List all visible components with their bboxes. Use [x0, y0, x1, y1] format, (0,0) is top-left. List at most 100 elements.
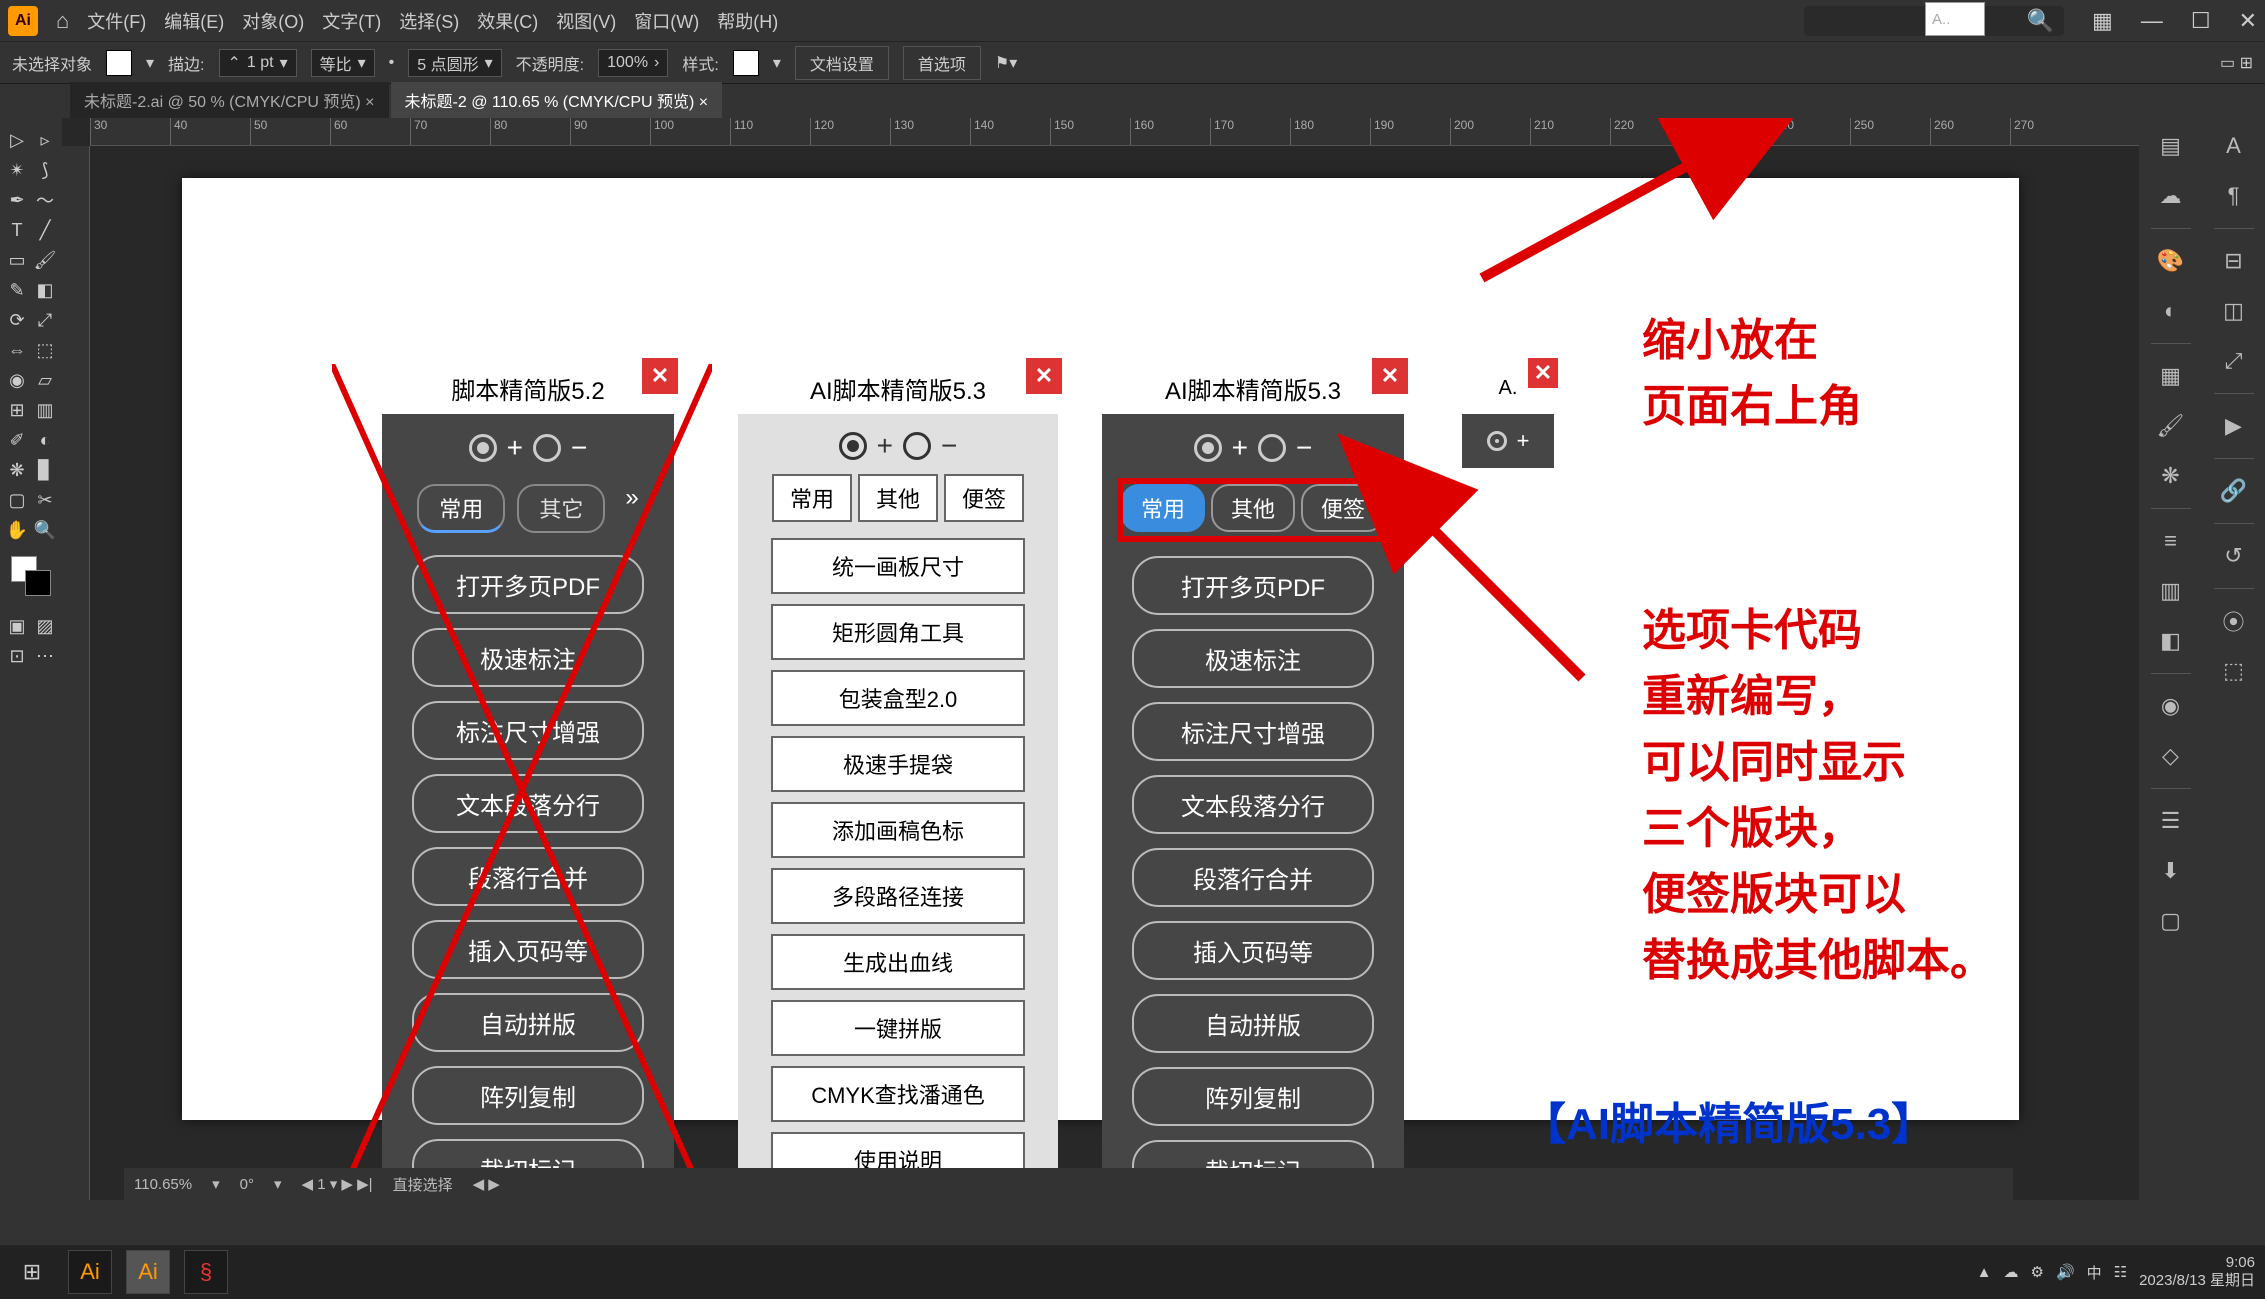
panel-53-light-tab-1[interactable]: 常用 [772, 474, 852, 522]
curvature-tool[interactable]: ～ [32, 186, 58, 214]
panel-53-dark-btn[interactable]: 文本段落分行 [1132, 775, 1373, 834]
panel-53-light-btn[interactable]: 极速手提袋 [771, 736, 1024, 792]
panel-53-light-btn[interactable]: 统一画板尺寸 [771, 538, 1024, 594]
panel-52-tab-2[interactable]: 其它 [517, 484, 605, 533]
taskbar-ai-1[interactable]: Ai [68, 1250, 112, 1294]
menu-view[interactable]: 视图(V) [556, 8, 616, 34]
width-tool[interactable]: ⇔ [4, 336, 30, 364]
prefs-button[interactable]: 首选项 [903, 46, 981, 80]
uniform-select[interactable]: 等比▾ [311, 49, 375, 77]
more-icon[interactable]: » [625, 484, 638, 533]
panel-53-dark-radio-row[interactable]: +− [1194, 432, 1313, 464]
css-panel-icon[interactable]: ⦿ [2216, 603, 2252, 639]
blend-tool[interactable]: ◐ [32, 426, 58, 454]
panel-53-dark-btn[interactable]: 插入页码等 [1132, 921, 1373, 980]
color-panel-icon[interactable]: 🎨 [2153, 243, 2189, 279]
taskbar-ai-2[interactable]: Ai [126, 1250, 170, 1294]
asset-export-panel-icon[interactable]: ⬇ [2153, 853, 2189, 889]
panel-52-btn[interactable]: 段落行合并 [412, 847, 644, 906]
arrange-docs-icon[interactable]: ▦ [2092, 8, 2113, 34]
menu-select[interactable]: 选择(S) [399, 8, 459, 34]
artboards-panel-icon[interactable]: ▢ [2153, 903, 2189, 939]
menu-object[interactable]: 对象(O) [242, 8, 304, 34]
panel-52-btn[interactable]: 阵列复制 [412, 1066, 644, 1125]
menu-type[interactable]: 文字(T) [322, 8, 381, 34]
direct-selection-tool[interactable]: ▹ [32, 126, 58, 154]
slice-tool[interactable]: ✂ [32, 486, 58, 514]
gradient-mode-icon[interactable]: ▨ [32, 612, 58, 640]
para-panel-icon[interactable]: ¶ [2216, 178, 2252, 214]
tray-icon[interactable]: ☁ [2003, 1263, 2018, 1281]
panel-53-light-tab-2[interactable]: 其他 [858, 474, 938, 522]
stroke-panel-icon[interactable]: ≡ [2153, 523, 2189, 559]
panel-mini-radio-row[interactable]: + [1487, 428, 1530, 454]
panel-53-dark-btn[interactable]: 极速标注 [1132, 629, 1373, 688]
artboard-tool[interactable]: ▢ [4, 486, 30, 514]
style-swatch[interactable] [733, 50, 759, 76]
panel-53-dark-btn[interactable]: 标注尺寸增强 [1132, 702, 1373, 761]
panel-53-dark-btn[interactable]: 段落行合并 [1132, 848, 1373, 907]
align-panel-icon[interactable]: ⊟ [2216, 243, 2252, 279]
char-panel-icon[interactable]: A [2216, 128, 2252, 164]
line-tool[interactable]: ╱ [32, 216, 58, 244]
panel-53-light-radio-row[interactable]: +− [839, 430, 958, 462]
doc-tab-1[interactable]: 未标题-2.ai @ 50 % (CMYK/CPU 预览) × [70, 82, 389, 118]
symbols-panel-icon[interactable]: ❋ [2153, 458, 2189, 494]
minimize-icon[interactable]: — [2141, 8, 2163, 34]
tray-icon[interactable]: ⚙ [2030, 1263, 2043, 1281]
gradient-tool[interactable]: ▥ [32, 396, 58, 424]
color-mode-icon[interactable]: ▣ [4, 612, 30, 640]
mesh-tool[interactable]: ⊞ [4, 396, 30, 424]
panel-52-btn[interactable]: 插入页码等 [412, 920, 644, 979]
transparency-panel-icon[interactable]: ◧ [2153, 623, 2189, 659]
panel-53-light-btn[interactable]: 多段路径连接 [771, 868, 1024, 924]
transform-panel-icon[interactable]: ⤢ [2216, 343, 2252, 379]
shape-builder-tool[interactable]: ◉ [4, 366, 30, 394]
menu-effect[interactable]: 效果(C) [477, 8, 538, 34]
panel-52-btn[interactable]: 文本段落分行 [412, 774, 644, 833]
layers-panel-icon[interactable]: ☰ [2153, 803, 2189, 839]
graphic-styles-panel-icon[interactable]: ◇ [2153, 738, 2189, 774]
panel-52-btn[interactable]: 自动拼版 [412, 993, 644, 1052]
gradient-panel-icon[interactable]: ▥ [2153, 573, 2189, 609]
panel-52-btn[interactable]: 极速标注 [412, 628, 644, 687]
panel-52-btn[interactable]: 标注尺寸增强 [412, 701, 644, 760]
panel-53-light-close[interactable]: ✕ [1026, 358, 1062, 394]
rotation-angle[interactable]: 0° [240, 1176, 254, 1193]
history-panel-icon[interactable]: ↺ [2216, 538, 2252, 574]
eraser-tool[interactable]: ◧ [32, 276, 58, 304]
rectangle-tool[interactable]: ▭ [4, 246, 30, 274]
panel-53-dark-btn[interactable]: 阵列复制 [1132, 1067, 1373, 1126]
actions-panel-icon[interactable]: ▶ [2216, 408, 2252, 444]
shaper-tool[interactable]: ✎ [4, 276, 30, 304]
menu-window[interactable]: 窗口(W) [634, 8, 699, 34]
panel-52-radio-row[interactable]: +− [469, 432, 588, 464]
panel-52-close[interactable]: ✕ [642, 358, 678, 394]
color-guide-panel-icon[interactable]: ◐ [2153, 293, 2189, 329]
screen-mode-icon[interactable]: ⊡ [4, 642, 30, 670]
menu-help[interactable]: 帮助(H) [717, 8, 778, 34]
brushes-panel-icon[interactable]: 🖌 [2153, 408, 2189, 444]
zoom-level[interactable]: 110.65% [134, 1176, 192, 1193]
tray-icon[interactable]: 🔊 [2056, 1263, 2075, 1281]
panel-52-tab-1[interactable]: 常用 [417, 484, 505, 533]
symbol-sprayer-tool[interactable]: ❋ [4, 456, 30, 484]
panel-53-dark-btn[interactable]: 打开多页PDF [1132, 556, 1373, 615]
home-icon[interactable]: ⌂ [56, 8, 69, 34]
panel-53-light-btn[interactable]: 矩形圆角工具 [771, 604, 1024, 660]
maximize-icon[interactable]: ☐ [2191, 8, 2211, 34]
panel-53-light-btn[interactable]: 包装盒型2.0 [771, 670, 1024, 726]
panel-53-dark-btn[interactable]: 自动拼版 [1132, 994, 1373, 1053]
tray-ime-icon[interactable]: 中 [2087, 1262, 2102, 1283]
magic-wand-tool[interactable]: ✴ [4, 156, 30, 184]
pen-tool[interactable]: ✒ [4, 186, 30, 214]
rotate-tool[interactable]: ⟳ [4, 306, 30, 334]
artboard-nav[interactable]: ◀ 1 ▾ ▶ ▶| [302, 1175, 373, 1193]
taskbar-app-3[interactable]: § [184, 1250, 228, 1294]
close-icon[interactable]: ✕ [2239, 8, 2257, 34]
fill-stroke-swatch[interactable] [11, 556, 51, 596]
edit-toolbar-icon[interactable]: ⋯ [32, 642, 58, 670]
appearance-panel-icon[interactable]: ◉ [2153, 688, 2189, 724]
menu-edit[interactable]: 编辑(E) [164, 8, 224, 34]
graph-tool[interactable]: ▊ [32, 456, 58, 484]
